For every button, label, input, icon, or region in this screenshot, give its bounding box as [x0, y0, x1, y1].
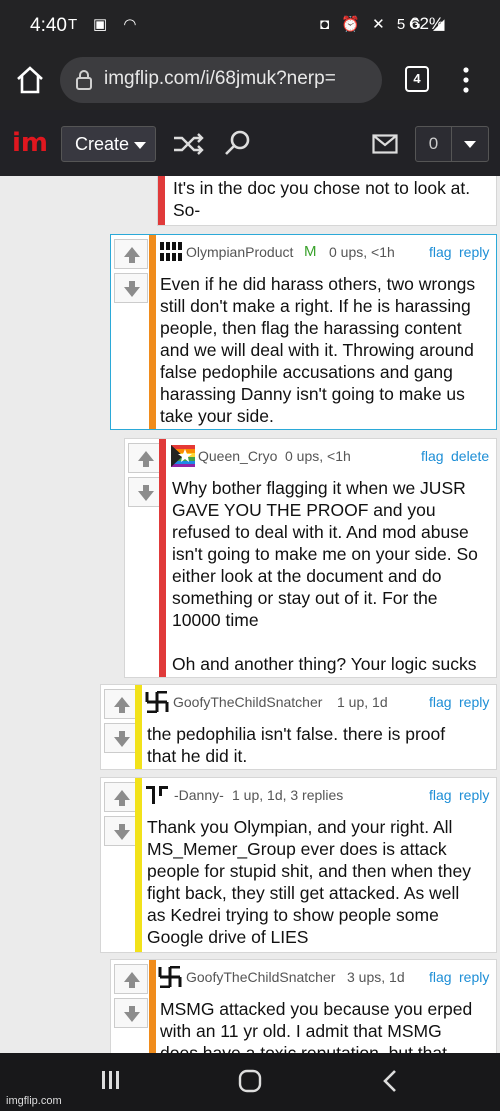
comment: OlympianProduct M 0 ups, <1h flag reply …	[110, 234, 497, 430]
mail-icon[interactable]	[372, 134, 398, 154]
notification-count: 0	[416, 127, 452, 161]
status-time: 4:40	[30, 15, 67, 36]
create-label: Create	[75, 134, 130, 154]
user-avatar[interactable]	[171, 445, 195, 467]
arrow-down-icon	[114, 731, 130, 747]
reply-link[interactable]: reply	[459, 969, 489, 985]
watermark: imgflip.com	[6, 1095, 62, 1107]
thread-depth-bar	[158, 176, 165, 225]
user-avatar[interactable]	[159, 241, 183, 263]
arrow-up-icon	[114, 697, 130, 713]
notification-dropdown[interactable]: 0	[415, 126, 489, 162]
thread-depth-bar	[149, 960, 156, 1053]
system-navigation-bar	[0, 1053, 500, 1111]
comment-meta: 1 up, 1d	[337, 694, 388, 710]
arrow-up-icon	[124, 247, 140, 263]
tab-switcher-button[interactable]: 4	[405, 66, 429, 92]
upvote-button[interactable]	[104, 689, 138, 719]
comment-text: Even if he did harass others, two wrongs…	[160, 274, 476, 426]
home-icon[interactable]	[14, 64, 46, 96]
upvote-button[interactable]	[104, 782, 138, 812]
username[interactable]: OlympianProduct	[186, 244, 293, 260]
comment: -Danny- 1 up, 1d, 3 replies flag reply T…	[100, 777, 497, 953]
comment-feed[interactable]: It's in the doc you chose not to look at…	[0, 176, 500, 1053]
status-bar: 4:40 T ▣ ◠ ◘ ⏰ ✕ 5G ◢ 62%	[0, 0, 500, 52]
delete-link[interactable]: delete	[451, 448, 489, 464]
battery-level: 62%	[410, 14, 445, 33]
comment-text: MSMG attacked you because you erped with …	[160, 999, 473, 1053]
recent-apps-icon[interactable]	[100, 1069, 122, 1091]
create-button[interactable]: Create	[61, 126, 156, 162]
home-button-icon[interactable]	[238, 1069, 262, 1093]
comment: GoofyTheChildSnatcher 1 up, 1d flag repl…	[100, 684, 497, 770]
arrow-down-icon	[114, 824, 130, 840]
username[interactable]: GoofyTheChildSnatcher	[186, 969, 335, 985]
upvote-button[interactable]	[128, 443, 162, 473]
comment: Queen_Cryo 0 ups, <1h flag delete Why bo…	[124, 438, 497, 678]
reply-link[interactable]: reply	[459, 787, 489, 803]
arrow-up-icon	[138, 451, 154, 467]
arrow-down-icon	[124, 281, 140, 297]
downvote-button[interactable]	[128, 477, 162, 507]
username[interactable]: GoofyTheChildSnatcher	[173, 694, 322, 710]
user-avatar[interactable]	[145, 691, 169, 713]
arrow-up-icon	[124, 972, 140, 988]
comment-meta: 3 ups, 1d	[347, 969, 405, 985]
imgflip-logo[interactable]: im	[12, 128, 48, 158]
arrow-up-icon	[114, 790, 130, 806]
comment-meta: 0 ups, <1h	[329, 244, 395, 260]
comment: GoofyTheChildSnatcher 3 ups, 1d flag rep…	[110, 959, 497, 1053]
search-icon[interactable]	[223, 129, 251, 157]
arrow-down-icon	[138, 485, 154, 501]
upvote-button[interactable]	[114, 239, 148, 269]
downvote-button[interactable]	[114, 273, 148, 303]
browser-toolbar: imgflip.com/i/68jmuk?nerp= 4	[0, 52, 500, 110]
thread-depth-bar	[135, 685, 142, 769]
thread-depth-bar	[135, 778, 142, 952]
flag-link[interactable]: flag	[429, 969, 452, 985]
downvote-button[interactable]	[104, 816, 138, 846]
back-icon[interactable]	[380, 1069, 400, 1093]
downvote-button[interactable]	[114, 998, 148, 1028]
thread-depth-bar	[149, 235, 156, 429]
shuffle-icon[interactable]	[172, 132, 206, 156]
more-options-icon[interactable]	[456, 64, 476, 96]
flag-link[interactable]: flag	[429, 244, 452, 260]
user-avatar[interactable]	[145, 784, 169, 806]
flag-link[interactable]: flag	[429, 694, 452, 710]
status-notification-icons: T ▣ ◠	[68, 16, 143, 33]
mod-badge: M	[304, 243, 317, 260]
downvote-button[interactable]	[104, 723, 138, 753]
flag-link[interactable]: flag	[429, 787, 452, 803]
reply-link[interactable]: reply	[459, 244, 489, 260]
chevron-down-icon	[134, 142, 146, 149]
comment-meta: 0 ups, <1h	[285, 448, 351, 464]
flag-link[interactable]: flag	[421, 448, 444, 464]
user-avatar[interactable]	[158, 966, 182, 988]
address-bar[interactable]: imgflip.com/i/68jmuk?nerp=	[60, 57, 382, 103]
username[interactable]: -Danny-	[174, 787, 224, 803]
thread-depth-bar	[159, 439, 166, 677]
url-text: imgflip.com/i/68jmuk?nerp=	[104, 68, 336, 89]
comment-text: It's in the doc you chose not to look at…	[173, 178, 471, 220]
username[interactable]: Queen_Cryo	[198, 448, 277, 464]
comment-text: Thank you Olympian, and your right. All M…	[147, 817, 471, 947]
upvote-button[interactable]	[114, 964, 148, 994]
comment-text: the pedophilia isn't false. there is pro…	[147, 724, 446, 766]
arrow-down-icon	[124, 1006, 140, 1022]
comment: It's in the doc you chose not to look at…	[157, 176, 497, 226]
comment-meta: 1 up, 1d, 3 replies	[232, 787, 344, 803]
reply-link[interactable]: reply	[459, 694, 489, 710]
site-nav: im Create 0	[0, 110, 500, 176]
chevron-down-icon	[464, 141, 476, 148]
comment-text: Why bother flagging it when we JUSR GAVE …	[172, 478, 478, 674]
lock-icon	[76, 70, 92, 90]
